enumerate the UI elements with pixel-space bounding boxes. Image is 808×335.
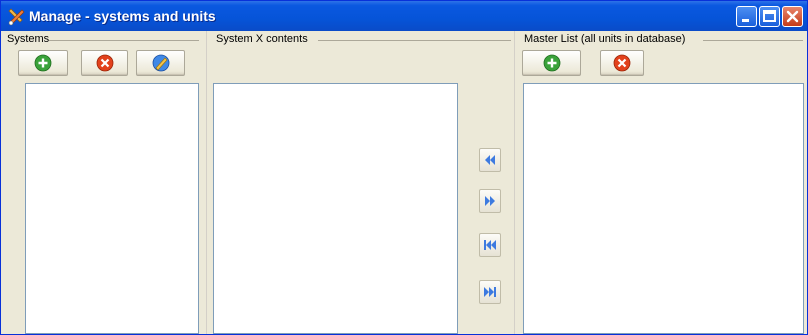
title-bar[interactable]: Manage - systems and units	[1, 1, 807, 31]
master-group-line	[703, 40, 803, 41]
move-right-icon	[485, 196, 495, 206]
close-button[interactable]	[782, 6, 803, 27]
manage-window: Manage - systems and units Systems Syste…	[0, 0, 808, 335]
systems-group-line	[49, 40, 199, 41]
move-all-right-icon	[484, 287, 496, 297]
panel-divider	[206, 31, 207, 334]
minimize-icon	[742, 19, 749, 22]
edit-system-button[interactable]	[136, 50, 185, 76]
move-right-button[interactable]	[479, 189, 501, 213]
system-contents-list[interactable]	[213, 83, 458, 334]
close-icon	[786, 10, 799, 23]
window-body: Systems System X contents Master List (a…	[1, 31, 807, 334]
contents-label: System X contents	[216, 33, 308, 45]
contents-group-line	[318, 40, 511, 41]
master-list-label: Master List (all units in database)	[524, 33, 686, 45]
move-left-button[interactable]	[479, 148, 501, 172]
tools-icon	[8, 8, 25, 26]
remove-system-button[interactable]	[81, 50, 128, 76]
master-units-list[interactable]	[523, 83, 804, 334]
add-system-button[interactable]	[18, 50, 68, 76]
move-all-left-icon	[484, 240, 496, 250]
add-icon	[34, 54, 52, 72]
remove-icon	[96, 54, 113, 72]
add-icon	[543, 54, 560, 72]
maximize-button[interactable]	[759, 6, 780, 27]
window-title: Manage - systems and units	[29, 8, 216, 24]
remove-unit-button[interactable]	[600, 50, 644, 76]
minimize-button[interactable]	[736, 6, 757, 27]
systems-label: Systems	[7, 33, 50, 45]
move-left-icon	[485, 155, 495, 165]
add-unit-button[interactable]	[522, 50, 581, 76]
move-all-left-button[interactable]	[479, 233, 501, 257]
panel-divider	[514, 31, 515, 334]
systems-list[interactable]	[25, 83, 199, 334]
maximize-icon	[763, 10, 776, 22]
remove-icon	[613, 54, 631, 72]
edit-icon	[152, 54, 169, 72]
move-all-right-button[interactable]	[479, 280, 501, 304]
